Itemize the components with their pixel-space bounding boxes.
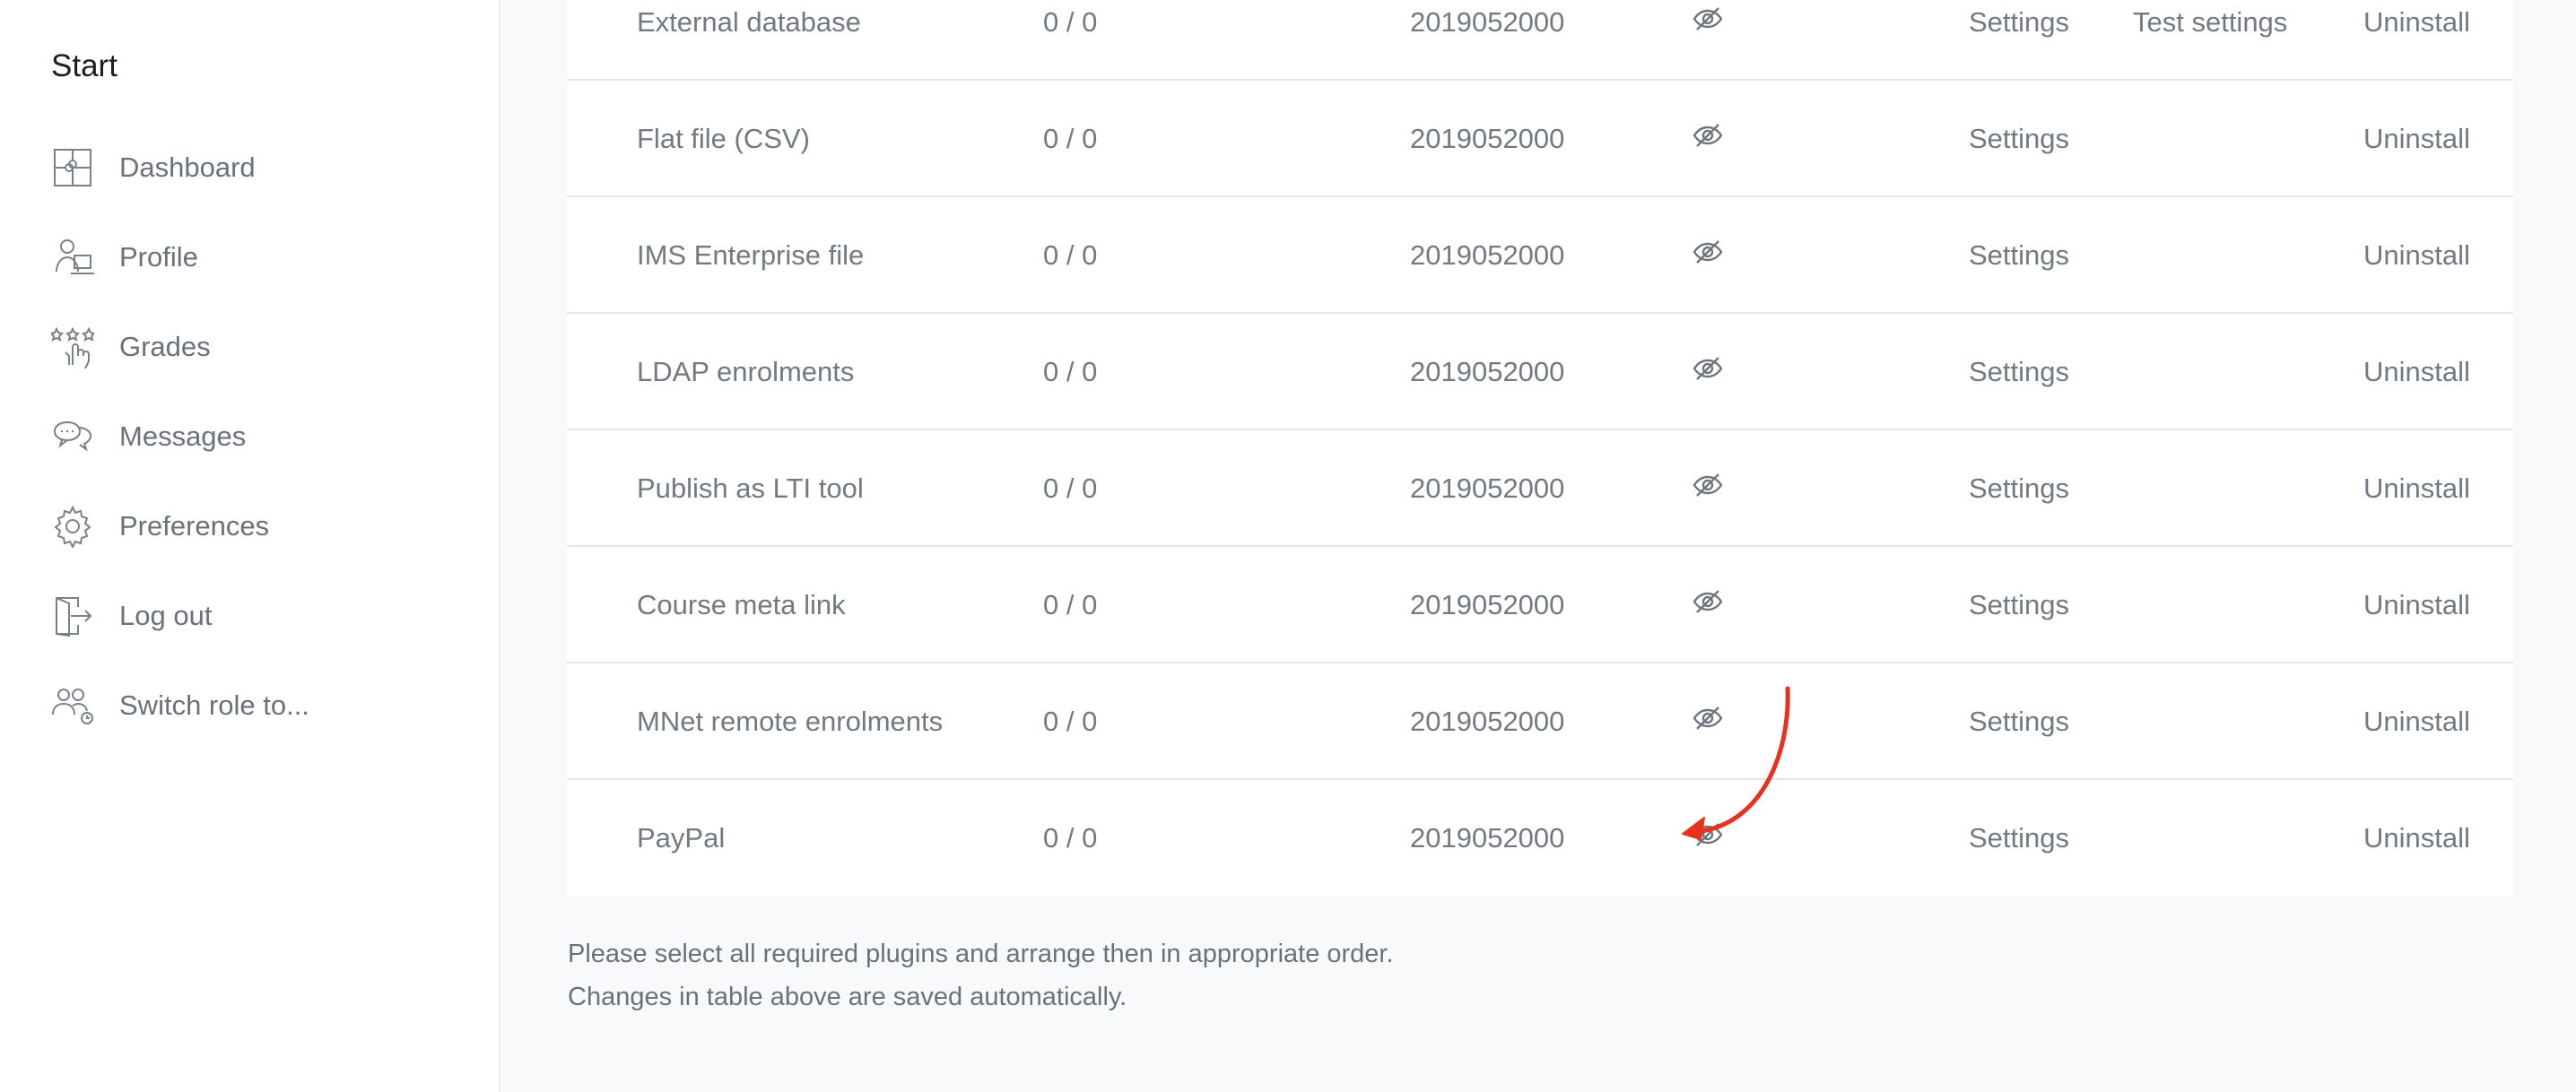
plugin-version: 2019052000	[1410, 356, 1565, 387]
sidebar-item-preferences[interactable]: Preferences	[49, 499, 480, 553]
sidebar-item-label: Profile	[119, 241, 198, 273]
toggle-visibility-button[interactable]	[1690, 430, 1726, 547]
plugin-version: 2019052000	[1410, 822, 1565, 854]
eye-slash-icon	[1692, 585, 1724, 625]
eye-slash-icon	[1692, 236, 1724, 275]
plugin-version: 2019052000	[1410, 239, 1565, 271]
uninstall-link[interactable]: Uninstall	[2363, 663, 2470, 780]
enrolment-plugins-table: External database 0 / 0 2019052000 Settings…	[567, 0, 2513, 897]
sidebar-item-dashboard[interactable]: Dashboard	[49, 141, 480, 195]
toggle-visibility-button[interactable]	[1690, 780, 1726, 897]
sidebar-title: Start	[51, 48, 117, 83]
sidebar-item-label: Preferences	[119, 510, 270, 542]
toggle-visibility-button[interactable]	[1690, 197, 1726, 314]
toggle-visibility-button[interactable]	[1690, 663, 1726, 780]
user-icon	[49, 234, 96, 281]
plugin-version: 2019052000	[1410, 589, 1565, 620]
eye-slash-icon	[1692, 119, 1724, 159]
settings-link[interactable]: Settings	[1969, 430, 2069, 547]
sidebar-item-label: Switch role to...	[119, 689, 309, 721]
toggle-visibility-button[interactable]	[1690, 547, 1726, 663]
uninstall-link[interactable]: Uninstall	[2363, 547, 2470, 663]
grades-icon	[49, 324, 96, 370]
plugin-count: 0 / 0	[1043, 239, 1098, 271]
sidebar-item-label: Messages	[119, 420, 247, 452]
table-row: LDAP enrolments 0 / 0 2019052000 Settings Un…	[567, 314, 2513, 430]
logout-icon	[49, 593, 96, 639]
eye-slash-icon	[1692, 469, 1724, 508]
sidebar-item-logout[interactable]: Log out	[49, 589, 480, 643]
plugin-name: Publish as LTI tool	[637, 472, 864, 504]
table-row: Publish as LTI tool 0 / 0 2019052000 Settin…	[567, 430, 2513, 547]
settings-link[interactable]: Settings	[1969, 663, 2069, 780]
plugin-name: LDAP enrolments	[637, 356, 855, 387]
toggle-visibility-button[interactable]	[1690, 0, 1726, 81]
uninstall-link[interactable]: Uninstall	[2363, 430, 2470, 547]
main-content: External database 0 / 0 2019052000 Settings…	[502, 0, 2576, 1092]
sidebar-item-messages[interactable]: Messages	[49, 410, 480, 464]
eye-slash-icon	[1692, 3, 1724, 42]
plugin-name: Flat file (CSV)	[637, 123, 810, 154]
table-row: Flat file (CSV) 0 / 0 2019052000 Settings Un…	[567, 81, 2513, 197]
sidebar: Start Dashboard Profile Grades Messages	[0, 0, 500, 1092]
plugin-version: 2019052000	[1410, 6, 1565, 38]
eye-slash-icon	[1692, 702, 1724, 741]
plugin-version: 2019052000	[1410, 123, 1565, 154]
eye-slash-icon	[1692, 819, 1724, 858]
plugin-name: IMS Enterprise file	[637, 239, 865, 271]
uninstall-link[interactable]: Uninstall	[2363, 81, 2470, 197]
plugin-count: 0 / 0	[1043, 822, 1098, 854]
plugin-version: 2019052000	[1410, 472, 1565, 504]
uninstall-link[interactable]: Uninstall	[2363, 197, 2470, 314]
notes-line-2: Changes in table above are saved automat…	[568, 983, 1127, 1011]
table-notes: Please select all required plugins and a…	[568, 932, 1394, 1018]
plugin-count: 0 / 0	[1043, 589, 1098, 620]
plugin-name: External database	[637, 6, 861, 38]
settings-link[interactable]: Settings	[1969, 547, 2069, 663]
plugin-count: 0 / 0	[1043, 356, 1098, 387]
settings-link[interactable]: Settings	[1969, 197, 2069, 314]
table-row: PayPal 0 / 0 2019052000 Settings Uninstall	[567, 780, 2513, 897]
table-row: Course meta link 0 / 0 2019052000 Settings U…	[567, 547, 2513, 663]
test-settings-link[interactable]: Test settings	[2133, 0, 2287, 81]
switch-role-icon	[49, 682, 96, 729]
plugin-count: 0 / 0	[1043, 472, 1098, 504]
settings-link[interactable]: Settings	[1969, 780, 2069, 897]
notes-line-1: Please select all required plugins and a…	[568, 940, 1394, 968]
settings-link[interactable]: Settings	[1969, 314, 2069, 430]
uninstall-link[interactable]: Uninstall	[2363, 314, 2470, 430]
plugin-count: 0 / 0	[1043, 6, 1098, 38]
plugin-name: MNet remote enrolments	[637, 706, 944, 737]
eye-slash-icon	[1692, 352, 1724, 392]
app-window: Start Dashboard Profile Grades Messages	[0, 0, 2576, 1092]
sidebar-item-label: Grades	[119, 331, 211, 362]
sidebar-item-label: Dashboard	[119, 152, 256, 183]
sidebar-item-profile[interactable]: Profile	[49, 230, 480, 284]
sidebar-item-grades[interactable]: Grades	[49, 320, 480, 374]
toggle-visibility-button[interactable]	[1690, 81, 1726, 197]
toggle-visibility-button[interactable]	[1690, 314, 1726, 430]
gear-icon	[49, 503, 96, 550]
settings-link[interactable]: Settings	[1969, 0, 2069, 81]
plugin-count: 0 / 0	[1043, 123, 1098, 154]
table-row: External database 0 / 0 2019052000 Settings…	[567, 0, 2513, 81]
sidebar-item-label: Log out	[119, 600, 213, 631]
plugin-count: 0 / 0	[1043, 706, 1098, 737]
uninstall-link[interactable]: Uninstall	[2363, 0, 2470, 81]
uninstall-link[interactable]: Uninstall	[2363, 780, 2470, 897]
chat-icon	[49, 413, 96, 460]
plugin-name: Course meta link	[637, 589, 846, 620]
settings-link[interactable]: Settings	[1969, 81, 2069, 197]
table-row: IMS Enterprise file 0 / 0 2019052000 Settin…	[567, 197, 2513, 314]
sidebar-item-switch-role[interactable]: Switch role to...	[49, 679, 480, 732]
plugin-version: 2019052000	[1410, 706, 1565, 737]
puzzle-icon	[49, 144, 96, 191]
plugin-name: PayPal	[637, 822, 726, 854]
table-row: MNet remote enrolments 0 / 0 2019052000 Set…	[567, 663, 2513, 780]
